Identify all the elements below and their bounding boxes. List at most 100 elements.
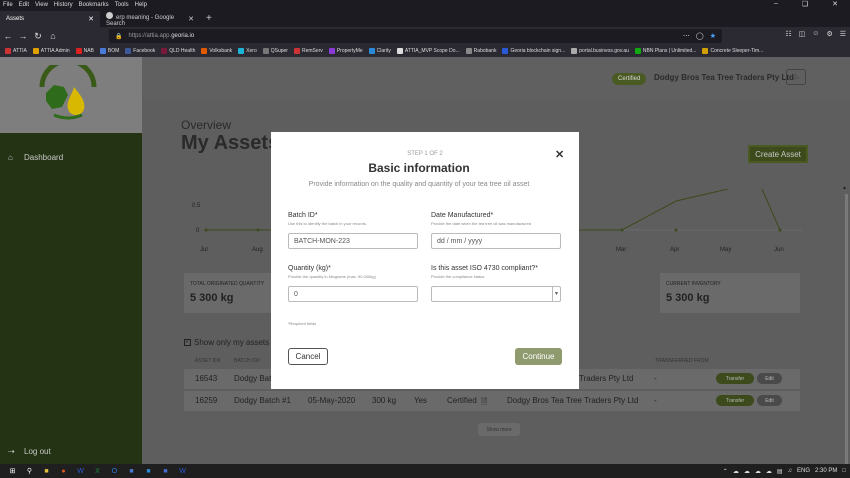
pocket-icon[interactable]: ◯	[696, 32, 704, 40]
notification-icon[interactable]: □	[842, 468, 846, 474]
firefox-icon[interactable]: ●	[59, 467, 68, 476]
transfer-button[interactable]: Transfer	[716, 395, 754, 406]
close-icon[interactable]: ✕	[555, 148, 564, 161]
reload-icon[interactable]: ↻	[31, 31, 45, 42]
quantity-input[interactable]: 0	[288, 286, 418, 302]
bookmark-icon	[238, 48, 245, 54]
show-more-button[interactable]: Show more	[478, 423, 520, 436]
bookmark-item[interactable]: PropertyMe	[328, 48, 363, 54]
more-icon[interactable]: ⋯	[683, 32, 690, 40]
cell-batch: Dodgy Batch #1	[234, 396, 291, 405]
bookmark-item[interactable]: Georia blockchain sign...	[502, 48, 565, 54]
maximize-icon[interactable]: ❏	[802, 0, 808, 8]
app-icon[interactable]: ■	[127, 467, 136, 476]
filter-label: Show only my assets	[194, 338, 270, 347]
library-icon[interactable]: ☷	[785, 30, 791, 38]
bookmark-item[interactable]: Volksbank	[201, 48, 232, 54]
edit-button[interactable]: Edit	[757, 373, 782, 384]
network-icon[interactable]: ▤	[777, 468, 783, 475]
chevron-up-icon[interactable]: ⌃	[723, 468, 728, 475]
menu-history[interactable]: History	[54, 2, 73, 8]
app-icon[interactable]: ■	[144, 467, 153, 476]
transfer-button[interactable]: Transfer	[716, 373, 754, 384]
word-icon[interactable]: W	[76, 467, 85, 476]
outlook-icon[interactable]: O	[110, 467, 119, 476]
bookmark-item[interactable]: Facebook	[125, 48, 155, 54]
bookmark-item[interactable]: Concrete Sleeper-Tim...	[702, 48, 763, 54]
card-title: CURRENT INVENTORY	[666, 281, 721, 287]
new-tab-icon[interactable]: +	[206, 13, 212, 24]
star-icon[interactable]: ★	[710, 32, 716, 40]
tab-assets[interactable]: Assets ✕	[0, 11, 100, 27]
chevron-down-icon[interactable]: ▼	[552, 287, 560, 301]
hamburger-menu-icon[interactable]: ☰	[840, 30, 846, 38]
create-asset-button[interactable]: Create Asset	[748, 145, 808, 163]
bookmark-item[interactable]: QSuper	[262, 48, 288, 54]
date-manufactured-input[interactable]: dd / mm / yyyy	[431, 233, 561, 249]
cell-from: -	[654, 396, 657, 405]
column-header: TRANSFERRED FROM	[655, 358, 709, 364]
excel-icon[interactable]: X	[93, 467, 102, 476]
home-icon[interactable]: ⌂	[46, 31, 60, 41]
checkbox-checked-icon[interactable]: ✓	[184, 339, 191, 346]
menu-edit[interactable]: Edit	[19, 2, 29, 8]
word-icon[interactable]: W	[178, 467, 187, 476]
bookmark-item[interactable]: BOM	[99, 48, 119, 54]
minimize-icon[interactable]: –	[774, 0, 778, 8]
continue-button[interactable]: Continue	[515, 348, 562, 365]
sidebar-icon[interactable]: ◫	[799, 30, 806, 38]
show-only-my-assets[interactable]: ✓ Show only my assets	[184, 338, 269, 347]
menu-file[interactable]: File	[3, 2, 13, 8]
url-bar[interactable]: 🔒 https://attia.app. georia.io ⋯ ◯ ★	[109, 29, 722, 43]
close-icon[interactable]: ✕	[88, 15, 94, 23]
bookmark-item[interactable]: ATTIA	[5, 48, 27, 54]
bookmark-item[interactable]: Clarity	[368, 48, 391, 54]
menu-help[interactable]: Help	[135, 2, 147, 8]
menu-tools[interactable]: Tools	[115, 2, 129, 8]
account-icon[interactable]: ☺	[812, 30, 819, 38]
close-icon[interactable]: ✕	[188, 15, 194, 23]
bookmark-item[interactable]: RemServ	[293, 48, 323, 54]
bookmark-item[interactable]: Rabobank	[465, 48, 496, 54]
extension-icon[interactable]: ⚙	[826, 30, 832, 38]
search-icon[interactable]: ⚲	[25, 467, 34, 476]
bookmark-item[interactable]: NAB	[75, 48, 94, 54]
sidebar: ⌂ Dashboard ⇢ Log out	[0, 57, 142, 464]
iso-compliant-select[interactable]: ▼	[431, 286, 561, 302]
cloud-icon[interactable]: ☁	[755, 468, 761, 475]
folder-icon[interactable]: ■	[42, 467, 51, 476]
bookmark-item[interactable]: NBN Plans | Unlimited...	[634, 48, 696, 54]
bookmark-item[interactable]: ATTIA Admin	[32, 48, 70, 54]
bookmark-item[interactable]: QLD Health	[161, 48, 195, 54]
sidebar-item-dashboard[interactable]: ⌂ Dashboard	[8, 153, 63, 162]
document-icon[interactable]: 🗎	[481, 396, 487, 410]
bell-icon[interactable]: ♨	[786, 69, 806, 85]
tab-title: Assets	[6, 16, 25, 22]
data-point	[620, 228, 624, 232]
scroll-up-icon[interactable]: ▲	[842, 185, 847, 191]
cloud-icon[interactable]: ☁	[744, 468, 750, 475]
bookmark-item[interactable]: portal.business.gov.au	[571, 48, 629, 54]
menu-view[interactable]: View	[35, 2, 48, 8]
sidebar-item-logout[interactable]: ⇢ Log out	[8, 447, 51, 456]
back-icon[interactable]: ←	[1, 31, 15, 41]
cloud-icon[interactable]: ☁	[733, 468, 739, 475]
cloud-icon[interactable]: ☁	[766, 468, 772, 475]
home-icon: ⌂	[8, 153, 13, 162]
clock[interactable]: 2:30 PM	[815, 468, 837, 474]
close-window-icon[interactable]: ✕	[832, 0, 838, 8]
cancel-button[interactable]: Cancel	[288, 348, 328, 365]
forward-icon[interactable]: →	[16, 31, 30, 41]
language-indicator[interactable]: ENG	[797, 468, 810, 474]
scrollbar[interactable]	[845, 194, 848, 464]
tab-google-search[interactable]: erp meaning - Google Search ✕	[100, 11, 200, 27]
volume-icon[interactable]: ♫	[788, 468, 793, 474]
table-row[interactable]: 16259 Dodgy Batch #1 05-May-2020 300 kg …	[184, 391, 800, 411]
edit-button[interactable]: Edit	[757, 395, 782, 406]
app-icon[interactable]: ■	[161, 467, 170, 476]
batch-id-input[interactable]: BATCH-MON-223	[288, 233, 418, 249]
bookmark-item[interactable]: Xero	[238, 48, 257, 54]
windows-start-icon[interactable]: ⊞	[8, 467, 17, 476]
menu-bookmarks[interactable]: Bookmarks	[79, 2, 109, 8]
bookmark-item[interactable]: ATTIA_MVP Scope Do...	[396, 48, 460, 54]
